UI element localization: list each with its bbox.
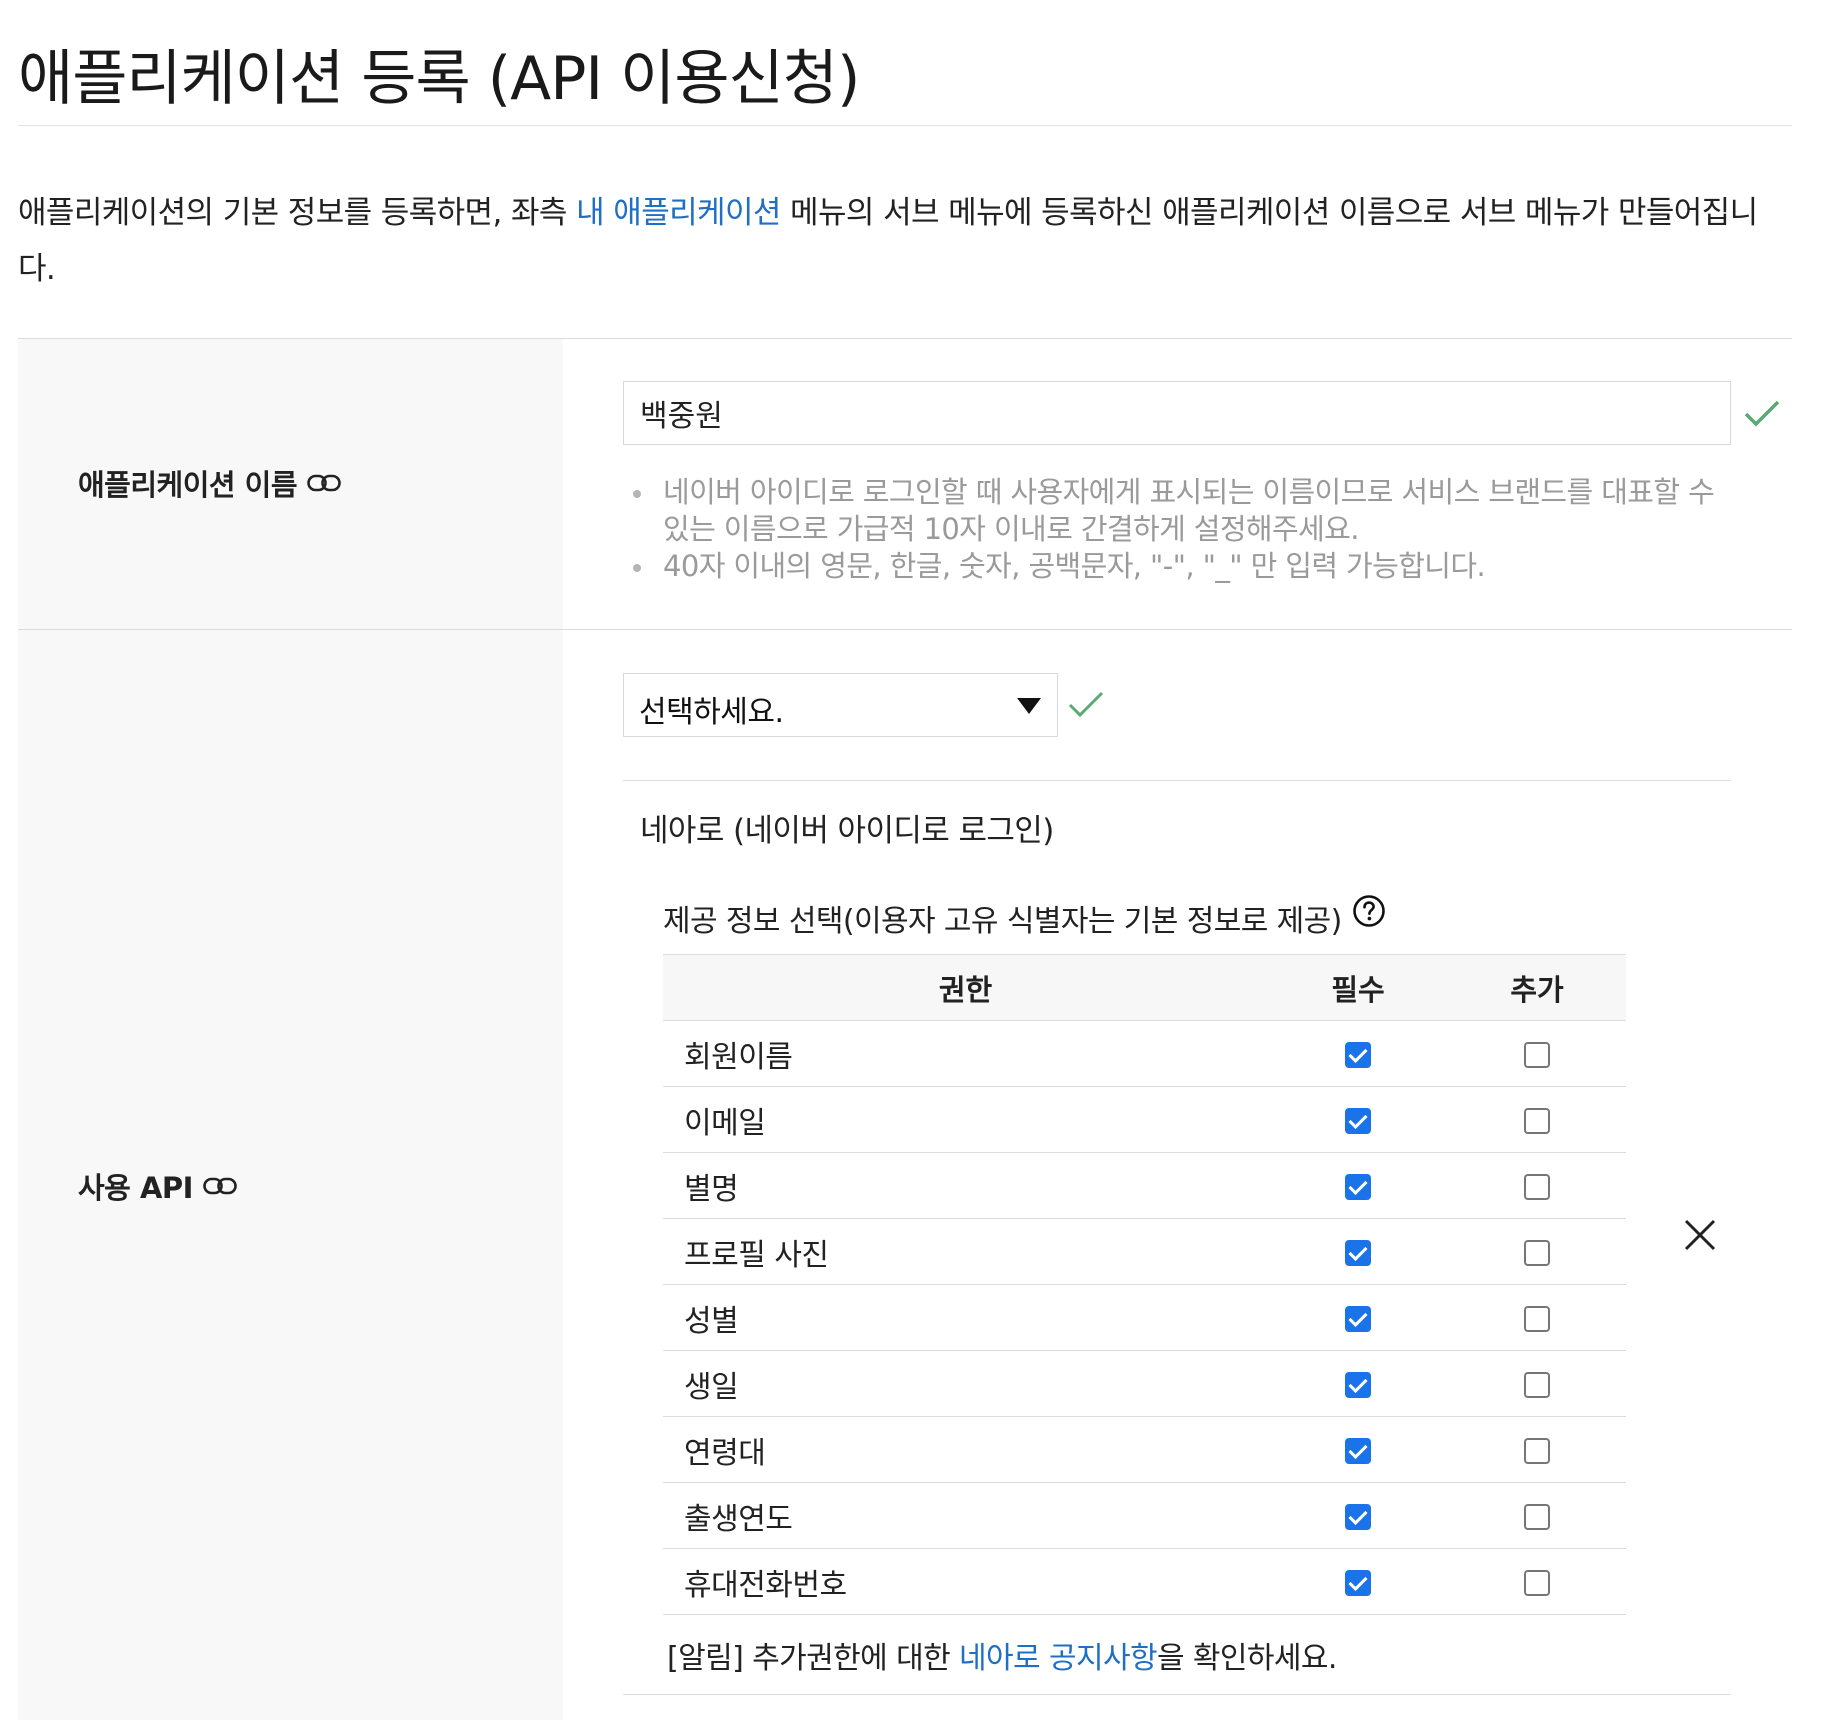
additional-checkbox[interactable] — [1524, 1107, 1550, 1134]
table-row: 이메일 — [663, 1086, 1626, 1153]
app-registration-page: 애플리케이션 등록 (API 이용신청) 애플리케이션의 기본 정보를 등록하면… — [0, 0, 1830, 1720]
api-select-value: 선택하세요. — [639, 695, 784, 730]
permission-name: 성별 — [663, 1284, 1268, 1351]
api-panel-top-divider — [623, 780, 1731, 781]
app-name-label-text: 애플리케이션 이름 — [78, 468, 298, 502]
notice-link[interactable]: 네아로 공지사항 — [959, 1641, 1158, 1676]
required-cell — [1268, 1218, 1448, 1285]
api-label-text: 사용 API — [78, 1171, 193, 1205]
permission-table: 권한 필수 추가 회원이름 이메일 별명 프로필 사진 성별 생일 연령대 출생연도 휴대전화번… — [663, 954, 1626, 1615]
permission-name: 생일 — [663, 1350, 1268, 1417]
required-checkbox[interactable] — [1345, 1503, 1371, 1530]
notice-suffix: 을 확인하세요. — [1156, 1641, 1337, 1676]
required-cell — [1268, 1548, 1448, 1615]
additional-checkbox[interactable] — [1524, 1305, 1550, 1332]
required-checkbox[interactable] — [1345, 1305, 1371, 1332]
intro-text-before: 애플리케이션의 기본 정보를 등록하면, 좌측 — [18, 195, 577, 231]
required-cell — [1268, 1482, 1448, 1549]
permission-name: 연령대 — [663, 1416, 1268, 1483]
additional-cell — [1448, 1284, 1626, 1351]
additional-cell — [1448, 1086, 1626, 1153]
required-cell — [1268, 1152, 1448, 1219]
caret-down-icon — [1017, 698, 1041, 714]
additional-checkbox[interactable] — [1524, 1041, 1550, 1068]
required-cell — [1268, 1020, 1448, 1087]
close-icon[interactable] — [1683, 1218, 1717, 1252]
link-icon[interactable] — [203, 1176, 237, 1196]
table-row: 연령대 — [663, 1416, 1626, 1483]
notice-text: [알림] 추가권한에 대한 네아로 공지사항을 확인하세요. — [667, 1633, 1337, 1677]
api-select[interactable]: 선택하세요. — [623, 673, 1058, 737]
app-name-input[interactable] — [623, 381, 1731, 445]
required-cell — [1268, 1350, 1448, 1417]
required-checkbox[interactable] — [1345, 1107, 1371, 1134]
api-name: 네아로 (네이버 아이디로 로그인) — [640, 813, 1054, 849]
permission-name: 별명 — [663, 1152, 1268, 1219]
additional-cell — [1448, 1482, 1626, 1549]
permission-rows: 회원이름 이메일 별명 프로필 사진 성별 생일 연령대 출생연도 휴대전화번호 — [663, 1020, 1626, 1615]
required-checkbox[interactable] — [1345, 1041, 1371, 1068]
additional-cell — [1448, 1020, 1626, 1087]
provided-info-title: 제공 정보 선택(이용자 고유 식별자는 기본 정보로 제공) — [663, 904, 1342, 939]
required-checkbox[interactable] — [1345, 1569, 1371, 1596]
table-row: 생일 — [663, 1350, 1626, 1417]
additional-cell — [1448, 1152, 1626, 1219]
required-cell — [1268, 1284, 1448, 1351]
api-panel-bottom-divider — [623, 1694, 1731, 1695]
required-checkbox[interactable] — [1345, 1173, 1371, 1200]
additional-cell — [1448, 1416, 1626, 1483]
required-cell — [1268, 1086, 1448, 1153]
link-icon[interactable] — [307, 473, 341, 493]
page-title: 애플리케이션 등록 (API 이용신청) — [18, 44, 860, 114]
permission-name: 회원이름 — [663, 1020, 1268, 1087]
app-name-label: 애플리케이션 이름 — [78, 462, 341, 504]
header-permission: 권한 — [663, 954, 1268, 1021]
question-circle-icon[interactable] — [1352, 894, 1386, 928]
table-row: 휴대전화번호 — [663, 1548, 1626, 1615]
additional-checkbox[interactable] — [1524, 1503, 1550, 1530]
table-row: 성별 — [663, 1284, 1626, 1351]
permission-name: 휴대전화번호 — [663, 1548, 1268, 1615]
table-row: 프로필 사진 — [663, 1218, 1626, 1285]
table-row: 별명 — [663, 1152, 1626, 1219]
notice-prefix: [알림] 추가권한에 대한 — [667, 1641, 960, 1676]
hint-item: 네이버 아이디로 로그인할 때 사용자에게 표시되는 이름이므로 서비스 브랜드… — [630, 474, 1740, 548]
title-divider — [18, 125, 1792, 126]
permission-name: 프로필 사진 — [663, 1218, 1268, 1285]
additional-cell — [1448, 1350, 1626, 1417]
additional-cell — [1448, 1548, 1626, 1615]
check-icon — [1068, 691, 1104, 718]
additional-checkbox[interactable] — [1524, 1239, 1550, 1266]
header-additional: 추가 — [1448, 954, 1626, 1021]
permission-name: 출생연도 — [663, 1482, 1268, 1549]
my-applications-link[interactable]: 내 애플리케이션 — [576, 195, 781, 231]
header-required: 필수 — [1268, 954, 1448, 1021]
permission-name: 이메일 — [663, 1086, 1268, 1153]
check-icon — [1744, 400, 1780, 427]
required-cell — [1268, 1416, 1448, 1483]
intro-text: 애플리케이션의 기본 정보를 등록하면, 좌측 내 애플리케이션 메뉴의 서브 … — [18, 185, 1792, 297]
hint-item: 40자 이내의 영문, 한글, 숫자, 공백문자, "-", "_" 만 입력 … — [630, 548, 1740, 585]
additional-checkbox[interactable] — [1524, 1437, 1550, 1464]
required-checkbox[interactable] — [1345, 1239, 1371, 1266]
additional-checkbox[interactable] — [1524, 1173, 1550, 1200]
required-checkbox[interactable] — [1345, 1371, 1371, 1398]
additional-cell — [1448, 1218, 1626, 1285]
table-header-row: 권한 필수 추가 — [663, 954, 1626, 1021]
additional-checkbox[interactable] — [1524, 1569, 1550, 1596]
required-checkbox[interactable] — [1345, 1437, 1371, 1464]
app-name-hints: 네이버 아이디로 로그인할 때 사용자에게 표시되는 이름이므로 서비스 브랜드… — [630, 474, 1740, 585]
api-label: 사용 API — [78, 1165, 237, 1207]
additional-checkbox[interactable] — [1524, 1371, 1550, 1398]
table-row: 회원이름 — [663, 1020, 1626, 1087]
table-row: 출생연도 — [663, 1482, 1626, 1549]
